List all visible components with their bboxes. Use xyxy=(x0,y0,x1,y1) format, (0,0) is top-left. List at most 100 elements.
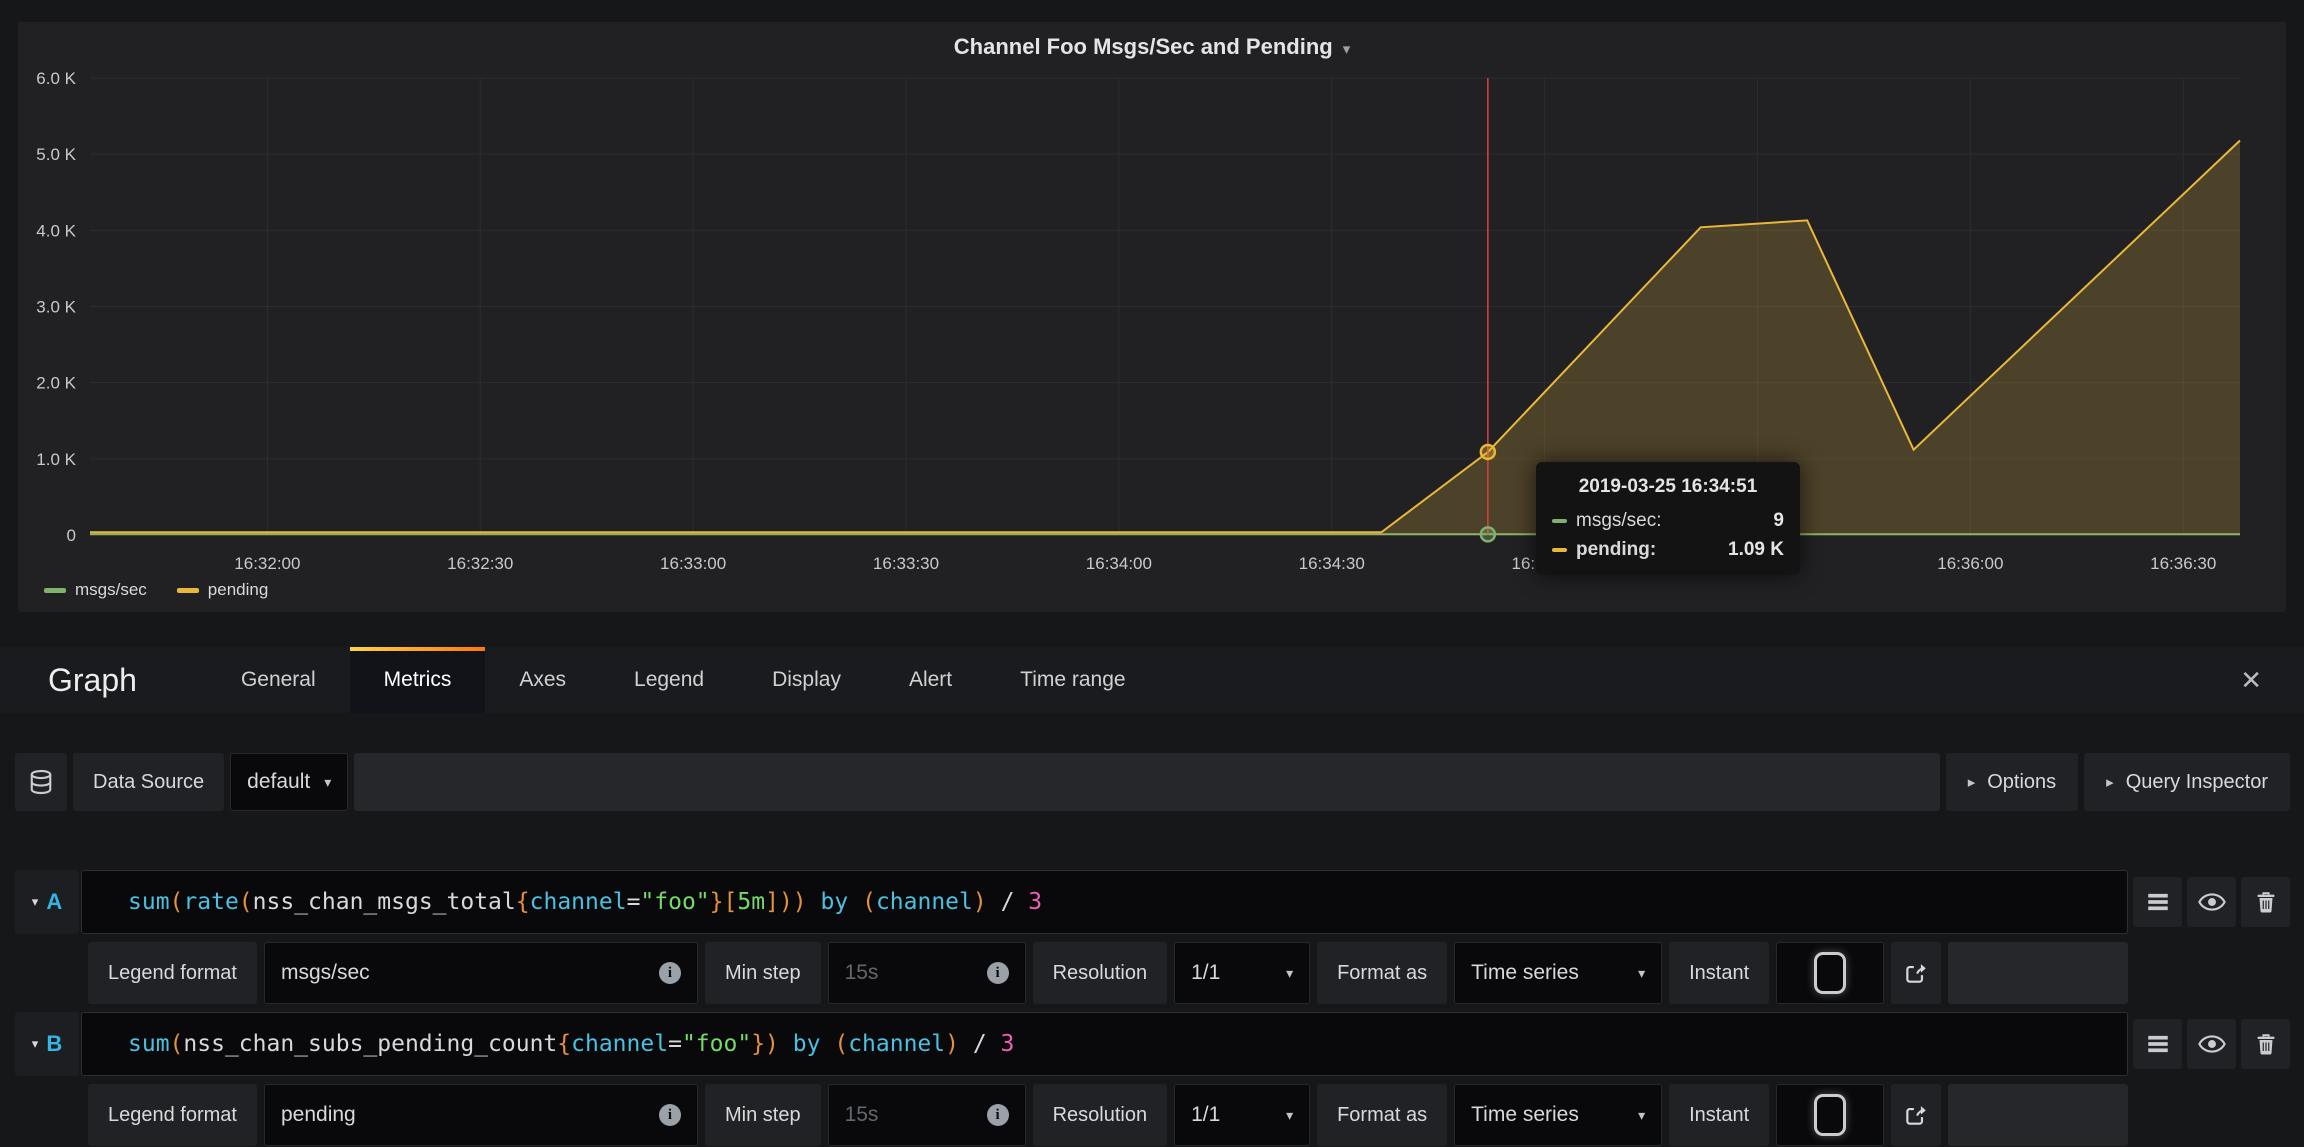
graph-tooltip: 2019-03-25 16:34:51 msgs/sec: 9 pending:… xyxy=(1536,462,1800,575)
query-disable-button[interactable] xyxy=(2187,877,2236,927)
query-delete-button[interactable] xyxy=(2241,1019,2290,1069)
svg-text:16:33:30: 16:33:30 xyxy=(873,554,939,573)
tooltip-timestamp: 2019-03-25 16:34:51 xyxy=(1552,476,1784,498)
legend-item-pending[interactable]: pending xyxy=(177,580,269,600)
legend-label: msgs/sec xyxy=(75,580,147,600)
legend-format-value: msgs/sec xyxy=(281,961,370,985)
datasource-row-filler xyxy=(354,753,1939,811)
format-as-select[interactable]: Time series ▾ xyxy=(1454,1084,1662,1146)
query-disable-button[interactable] xyxy=(2187,1019,2236,1069)
resolution-value: 1/1 xyxy=(1191,961,1220,985)
resolution-label: Resolution xyxy=(1033,1084,1168,1146)
tooltip-series-name: pending: xyxy=(1576,539,1656,561)
query-menu-button[interactable] xyxy=(2133,877,2182,927)
tooltip-series-value: 9 xyxy=(1773,510,1784,532)
tab-legend[interactable]: Legend xyxy=(600,647,738,713)
tab-time-range[interactable]: Time range xyxy=(986,647,1159,713)
svg-text:16:33:00: 16:33:00 xyxy=(660,554,726,573)
legend-format-label: Legend format xyxy=(88,942,257,1004)
instant-checkbox[interactable] xyxy=(1776,1084,1884,1146)
legend-item-msgs-sec[interactable]: msgs/sec xyxy=(44,580,147,600)
info-icon[interactable]: i xyxy=(987,1104,1009,1126)
min-step-placeholder: 15s xyxy=(845,1103,879,1127)
datasource-select[interactable]: default ▾ xyxy=(230,753,348,811)
datasource-label: Data Source xyxy=(73,753,224,811)
min-step-input[interactable]: 15s i xyxy=(828,942,1026,1004)
instant-label: Instant xyxy=(1669,942,1769,1004)
datasource-row: Data Source default ▾ ▸ Options ▸ Query … xyxy=(15,753,2290,811)
checkbox-unchecked-icon xyxy=(1814,1094,1846,1136)
info-icon[interactable]: i xyxy=(659,1104,681,1126)
active-tab-accent xyxy=(350,647,486,651)
tab-general[interactable]: General xyxy=(207,647,350,713)
database-icon xyxy=(26,767,56,797)
query-b-expression-input[interactable]: sum(nss_chan_subs_pending_count{channel=… xyxy=(81,1012,2128,1076)
resolution-select[interactable]: 1/1 ▾ xyxy=(1174,1084,1310,1146)
instant-label: Instant xyxy=(1669,1084,1769,1146)
info-icon[interactable]: i xyxy=(987,962,1009,984)
query-ref-letter: B xyxy=(46,1031,62,1057)
svg-text:5.0 K: 5.0 K xyxy=(36,145,76,164)
format-as-label: Format as xyxy=(1317,1084,1447,1146)
query-delete-button[interactable] xyxy=(2241,877,2290,927)
query-options-filler xyxy=(1948,1084,2128,1146)
query-menu-button[interactable] xyxy=(2133,1019,2182,1069)
tab-display[interactable]: Display xyxy=(738,647,875,713)
resolution-select[interactable]: 1/1 ▾ xyxy=(1174,942,1310,1004)
tab-alert[interactable]: Alert xyxy=(875,647,986,713)
legend-format-label: Legend format xyxy=(88,1084,257,1146)
resolution-value: 1/1 xyxy=(1191,1103,1220,1127)
legend-format-input[interactable]: pending i xyxy=(264,1084,698,1146)
trash-icon xyxy=(2254,1031,2278,1057)
svg-text:2.0 K: 2.0 K xyxy=(36,374,76,393)
min-step-label: Min step xyxy=(705,942,821,1004)
chevron-down-icon: ▾ xyxy=(32,894,39,910)
chevron-down-icon: ▾ xyxy=(1638,965,1645,982)
query-a-expression-input[interactable]: sum(rate(nss_chan_msgs_total{channel="fo… xyxy=(81,870,2128,934)
query-a-header: ▾ A sum(rate(nss_chan_msgs_total{channel… xyxy=(15,870,2128,934)
instant-checkbox[interactable] xyxy=(1776,942,1884,1004)
chevron-right-icon: ▸ xyxy=(2106,773,2114,791)
svg-text:16:32:30: 16:32:30 xyxy=(447,554,513,573)
grafana-panel-editor: Channel Foo Msgs/Sec and Pending▾ 01.0 K… xyxy=(0,0,2304,1147)
svg-text:1.0 K: 1.0 K xyxy=(36,450,76,469)
info-icon[interactable]: i xyxy=(659,962,681,984)
legend-format-input[interactable]: msgs/sec i xyxy=(264,942,698,1004)
format-as-select[interactable]: Time series ▾ xyxy=(1454,942,1662,1004)
chevron-down-icon: ▾ xyxy=(1638,1107,1645,1124)
query-link-button[interactable] xyxy=(1891,1084,1941,1146)
share-icon xyxy=(1903,1102,1929,1128)
svg-text:16:34:30: 16:34:30 xyxy=(1299,554,1365,573)
tab-axes[interactable]: Axes xyxy=(485,647,600,713)
tooltip-series-dash xyxy=(1552,548,1567,552)
eye-icon xyxy=(2198,1030,2226,1058)
checkbox-unchecked-icon xyxy=(1814,952,1846,994)
close-editor-icon[interactable]: ✕ xyxy=(2198,665,2304,696)
query-a-actions xyxy=(2133,877,2290,927)
promql-expression: sum(rate(nss_chan_msgs_total{channel="fo… xyxy=(128,889,1042,915)
query-b-options-row: Legend format pending i Min step 15s i R… xyxy=(88,1084,2128,1146)
options-button[interactable]: ▸ Options xyxy=(1946,753,2078,811)
tab-metrics[interactable]: Metrics xyxy=(350,647,486,713)
min-step-placeholder: 15s xyxy=(845,961,879,985)
datasource-value: default xyxy=(247,770,310,794)
share-icon xyxy=(1903,960,1929,986)
graph-legend: msgs/sec pending xyxy=(44,580,268,600)
query-a-collapse-toggle[interactable]: ▾ A xyxy=(15,870,79,934)
tooltip-series-dash xyxy=(1552,519,1567,523)
query-inspector-button[interactable]: ▸ Query Inspector xyxy=(2084,753,2290,811)
menu-icon xyxy=(2145,1031,2171,1057)
tooltip-row: pending: 1.09 K xyxy=(1552,539,1784,561)
chevron-right-icon: ▸ xyxy=(1968,773,1976,791)
query-b-actions xyxy=(2133,1019,2290,1069)
format-as-value: Time series xyxy=(1471,961,1579,985)
query-b-collapse-toggle[interactable]: ▾ B xyxy=(15,1012,79,1076)
min-step-input[interactable]: 15s i xyxy=(828,1084,1026,1146)
svg-text:6.0 K: 6.0 K xyxy=(36,69,76,88)
editor-tabs: General Metrics Axes Legend Display Aler… xyxy=(207,647,1160,713)
graph-panel: Channel Foo Msgs/Sec and Pending▾ 01.0 K… xyxy=(18,22,2286,612)
svg-text:4.0 K: 4.0 K xyxy=(36,221,76,240)
query-link-button[interactable] xyxy=(1891,942,1941,1004)
graph-canvas[interactable]: 01.0 K2.0 K3.0 K4.0 K5.0 K6.0 K16:32:001… xyxy=(18,22,2286,612)
legend-label: pending xyxy=(208,580,269,600)
